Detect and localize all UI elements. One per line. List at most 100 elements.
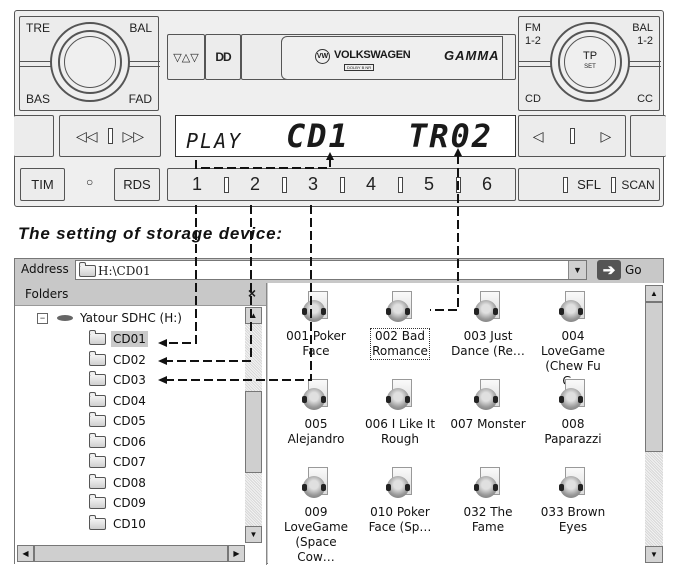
tree-item-folder[interactable]: CD03	[89, 371, 148, 389]
tree-item-folder[interactable]: CD10	[89, 514, 148, 533]
tree-item-drive[interactable]: − Yatour SDHC (H:)	[37, 309, 184, 327]
tune-left-icon[interactable]: ◁	[533, 128, 544, 145]
folder-label[interactable]: CD05	[111, 413, 148, 429]
tree-item-folder[interactable]: CD09	[89, 494, 148, 512]
preset-6[interactable]: 6	[458, 169, 516, 200]
seek-divider	[107, 128, 113, 144]
cc-label: CC	[637, 93, 653, 105]
file-item[interactable]: 004 LoveGame (Chew Fu G…	[533, 291, 613, 389]
file-item[interactable]: 010 Poker Face (Sp…	[360, 467, 440, 535]
folder-icon	[89, 330, 106, 345]
folders-vertical-scrollbar[interactable]: ▲ ▼	[245, 307, 262, 543]
collapse-icon[interactable]: −	[37, 312, 48, 324]
preset-4[interactable]: 4	[342, 169, 400, 200]
drive-label[interactable]: Yatour SDHC (H:)	[78, 310, 184, 326]
file-item[interactable]: 032 The Fame	[448, 467, 528, 535]
scroll-thumb[interactable]	[34, 545, 228, 562]
tuning-knob[interactable]: TP SET	[550, 22, 630, 102]
scroll-up-button[interactable]: ▲	[245, 307, 262, 324]
folder-label[interactable]: CD04	[111, 393, 148, 409]
treble-label: TRE	[26, 21, 50, 35]
address-bar[interactable]: H:\CD01 ▼	[75, 260, 587, 280]
file-item[interactable]: 008 Paparazzi	[533, 379, 613, 447]
tree-item-folder[interactable]: CD04	[89, 391, 148, 410]
fader-label: FAD	[128, 92, 152, 106]
folder-label[interactable]: CD03	[111, 372, 148, 388]
scroll-left-button[interactable]: ◀	[17, 545, 34, 562]
preset-2[interactable]: 2	[226, 169, 284, 200]
file-item[interactable]: 006 I Like It Rough	[360, 379, 440, 447]
scroll-up-button[interactable]: ▲	[645, 285, 663, 302]
folder-icon	[89, 473, 106, 489]
sfl-button[interactable]: SFL	[567, 169, 611, 200]
tim-button[interactable]: TIM	[20, 168, 65, 201]
dolby-button[interactable]: DD	[205, 34, 241, 80]
file-item[interactable]: 033 Brown Eyes	[533, 467, 613, 535]
as-button[interactable]	[519, 169, 565, 200]
file-name: 005 Alejandro	[287, 417, 345, 446]
fast-forward-icon[interactable]: ▷▷	[123, 128, 145, 145]
file-name: 010 Poker Face (Sp…	[368, 505, 432, 534]
scroll-right-button[interactable]: ▶	[228, 545, 245, 562]
preset-3[interactable]: 3	[284, 169, 342, 200]
folder-label[interactable]: CD10	[111, 516, 148, 532]
scroll-down-button[interactable]: ▼	[245, 526, 262, 543]
preset-1[interactable]: 1	[168, 169, 226, 200]
function-bar: SFL SCAN	[518, 168, 660, 201]
go-arrow-icon[interactable]: ➔	[597, 260, 621, 280]
volume-knob[interactable]	[50, 22, 130, 102]
seek-button[interactable]: ◁◁ ▷▷	[59, 115, 161, 157]
audio-file-icon	[474, 291, 502, 325]
tree-item-folder[interactable]: CD07	[89, 453, 148, 471]
tree-item-folder[interactable]: CD06	[89, 432, 148, 451]
file-explorer-window: Address H:\CD01 ▼ ➔ Go Folders × − Yatou…	[14, 258, 665, 565]
right-edge-panel	[630, 115, 666, 157]
file-name: 006 I Like It Rough	[364, 417, 436, 446]
tree-item-folder[interactable]: CD02	[89, 350, 148, 369]
go-button[interactable]: ➔ Go	[597, 259, 663, 281]
file-item[interactable]: 001 Poker Face	[276, 291, 356, 359]
tp-label: TP	[582, 50, 598, 62]
preset-5[interactable]: 5	[400, 169, 458, 200]
close-icon[interactable]: ×	[248, 285, 256, 301]
folder-icon	[89, 371, 106, 386]
scan-button[interactable]: SCAN	[615, 169, 661, 200]
balance-label: BAL	[129, 21, 152, 35]
folders-pane: Folders × − Yatour SDHC (H:) CD01 CD02 CD0…	[15, 283, 267, 565]
folders-horizontal-scrollbar[interactable]: ◀ ▶	[17, 545, 245, 562]
tree-item-folder[interactable]: CD01	[89, 330, 148, 348]
address-dropdown-icon[interactable]: ▼	[568, 261, 586, 279]
rewind-icon[interactable]: ◁◁	[76, 128, 98, 145]
drive-icon	[57, 315, 73, 321]
folder-label[interactable]: CD01	[111, 331, 148, 347]
tune-button[interactable]: ◁ ▷	[518, 115, 626, 157]
left-knob-panel: TRE BAL BAS FAD	[19, 16, 160, 111]
file-item[interactable]: 003 Just Dance (Re…	[448, 291, 528, 359]
tune-right-icon[interactable]: ▷	[601, 128, 612, 145]
brand-plate: VW VOLKSWAGEN DOLBY B NR GAMMA	[281, 36, 503, 80]
brand-name: VOLKSWAGEN	[334, 49, 411, 61]
file-item[interactable]: 005 Alejandro	[276, 379, 356, 447]
eject-button[interactable]: ▽△▽	[167, 34, 205, 80]
folder-label[interactable]: CD06	[111, 434, 148, 450]
files-vertical-scrollbar[interactable]: ▲ ▼	[645, 285, 663, 563]
file-item[interactable]: 002 Bad Romance	[360, 291, 440, 360]
folder-icon	[89, 453, 106, 468]
file-item[interactable]: 007 Monster	[448, 379, 528, 432]
folder-label[interactable]: CD02	[111, 352, 148, 368]
file-name: 032 The Fame	[463, 505, 513, 534]
address-value[interactable]: H:\CD01	[98, 264, 151, 278]
go-label[interactable]: Go	[625, 263, 642, 277]
scroll-down-button[interactable]: ▼	[645, 546, 663, 563]
file-item[interactable]: 009 LoveGame (Space Cow…	[276, 467, 356, 565]
folder-label[interactable]: CD09	[111, 495, 148, 511]
folder-label[interactable]: CD08	[111, 475, 148, 491]
scroll-thumb[interactable]	[645, 302, 663, 452]
section-heading: The setting of storage device:	[18, 224, 283, 243]
rds-button[interactable]: RDS	[114, 168, 160, 201]
scroll-thumb[interactable]	[245, 391, 262, 473]
folder-label[interactable]: CD07	[111, 454, 148, 470]
tree-item-folder[interactable]: CD08	[89, 473, 148, 492]
tree-item-folder[interactable]: CD05	[89, 412, 148, 430]
folder-icon	[89, 391, 106, 407]
